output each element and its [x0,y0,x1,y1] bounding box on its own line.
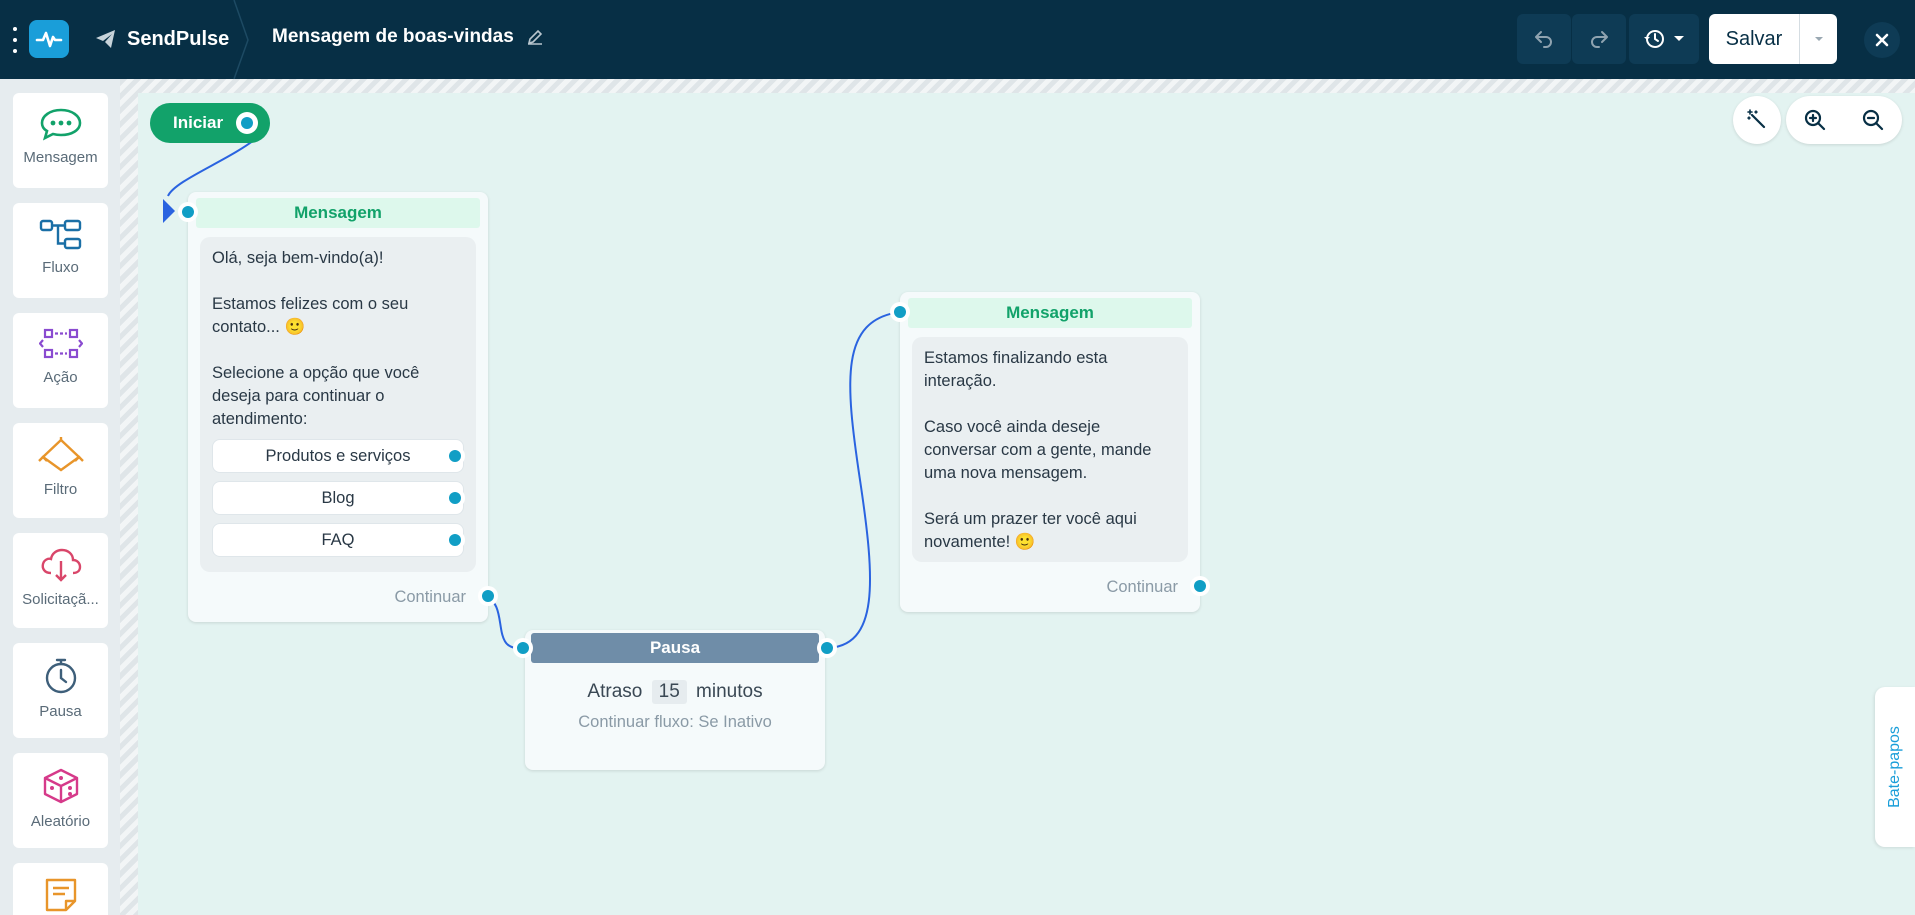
start-node-label: Iniciar [173,113,224,132]
pause-delay: Atraso 15 minutos [525,680,825,704]
redo-icon [1591,31,1608,48]
message-text-line: Caso você ainda deseje conversar com a g… [924,418,1152,482]
option-output-port[interactable] [445,488,465,508]
option-output-port[interactable] [445,530,465,550]
start-output-port[interactable] [236,112,258,134]
edit-pencil-icon[interactable] [526,28,544,46]
sidebar-item-pausa[interactable]: Pausa [13,643,108,738]
sidebar-item-filtro[interactable]: Filtro [13,423,108,518]
menu-dots-icon[interactable] [10,27,20,53]
option-label: FAQ [321,530,355,549]
brand: SendPulse [95,24,229,54]
sendpulse-logo-icon[interactable] [29,20,69,58]
sidebar-item-label: Ação [43,369,78,386]
sidebar-item-label: Aleatório [30,813,91,830]
sidebar-item-solicitacao[interactable]: Solicitaçã... [13,533,108,628]
continue-label: Continuar [1106,578,1178,596]
zoom-in-button[interactable] [1786,96,1844,144]
flow-title-text: Mensagem de boas-vindas [272,26,514,47]
option-button[interactable]: Produtos e serviços [212,439,465,473]
message-node[interactable]: Mensagem Estamos finalizando esta intera… [890,292,1210,612]
continue-output-port[interactable] [1190,576,1210,596]
request-cloud-icon [41,548,81,582]
sidebar-item-label: Mensagem [23,149,98,166]
pause-delay-prefix: Atraso [587,681,643,702]
close-icon [1875,33,1889,47]
option-output-port[interactable] [445,446,465,466]
sidebar-item-acao[interactable]: Ação [13,313,108,408]
pause-subtitle: Continuar fluxo: Se Inativo [578,713,772,731]
sidebar-item-note[interactable] [13,863,108,915]
undo-button[interactable] [1517,14,1571,64]
pause-input-port[interactable] [513,638,533,658]
message-text-line: Olá, seja bem-vindo(a)! [212,249,384,267]
option-label: Blog [321,488,355,507]
pause-output-port[interactable] [817,638,837,658]
save-button[interactable]: Salvar [1709,14,1837,64]
message-bubble: Estamos finalizando esta interação. Caso… [912,337,1188,562]
message-node[interactable]: Mensagem Olá, seja bem-vindo(a)! Estamos… [178,192,498,622]
zoom-out-button[interactable] [1844,96,1902,144]
continue-output-port[interactable] [478,586,498,606]
zoom-controls [1786,96,1902,144]
top-bar: SendPulse Mensagem de boas-vindas Salvar [0,0,1915,79]
close-button[interactable] [1864,22,1900,58]
option-button[interactable]: Blog [212,481,465,515]
message-text-line: Selecione a opção que você deseja para c… [212,364,420,428]
canvas-edge-left [120,79,138,915]
brand-name: SendPulse [127,27,230,50]
message-input-port[interactable] [178,202,198,222]
undo-icon [1535,31,1552,48]
history-button[interactable] [1629,14,1699,64]
redo-button[interactable] [1572,14,1626,64]
option-label: Produtos e serviços [265,446,411,465]
breadcrumb-separator-icon [233,0,249,79]
sidebar: Mensagem Fluxo Ação Filtro Solicitaçã...… [0,79,120,915]
sidebar-item-mensagem[interactable]: Mensagem [13,93,108,188]
chevron-down-icon [1674,36,1684,41]
dice-icon [43,768,78,804]
message-text-line: Estamos finalizando esta interação. [924,349,1108,390]
auto-arrange-button[interactable] [1733,96,1781,144]
zoom-in-icon [1804,109,1826,131]
option-button[interactable]: FAQ [212,523,465,557]
note-icon [45,878,76,912]
start-node[interactable]: Iniciar [150,103,270,143]
pause-node[interactable]: Pausa Atraso 15 minutos Continuar fluxo:… [513,630,837,770]
pause-node-header: Pausa [531,633,819,663]
zoom-out-icon [1862,109,1884,131]
pause-delay-unit: minutos [696,681,763,702]
magic-wand-icon [1747,109,1766,129]
sidebar-item-label: Filtro [43,481,78,498]
stopwatch-icon [45,658,76,694]
save-button-label: Salvar [1725,27,1783,50]
sidebar-item-fluxo[interactable]: Fluxo [13,203,108,298]
pause-delay-value: 15 [651,680,687,704]
message-text-line: Será um prazer ter você aqui novamente! … [924,510,1137,551]
canvas-edge-top [120,79,1915,93]
save-options-chevron-icon[interactable] [1799,14,1837,64]
history-icon [1644,30,1664,48]
chat-bubble-icon [40,108,81,141]
sidebar-item-aleatorio[interactable]: Aleatório [13,753,108,848]
sidebar-item-label: Pausa [39,703,82,720]
message-node-header: Mensagem [908,298,1192,328]
message-bubble: Olá, seja bem-vindo(a)! Estamos felizes … [200,237,476,572]
flow-icon [39,219,81,250]
sidebar-item-label: Fluxo [42,259,79,276]
message-input-port[interactable] [890,302,910,322]
message-text-line: Estamos felizes com o seu contato... 🙂 [212,295,409,336]
filter-icon [37,437,84,472]
chats-side-tab[interactable]: Bate-papos [1875,687,1915,847]
chats-side-tab-label: Bate-papos [1886,726,1903,808]
telegram-icon [96,30,115,48]
message-node-header: Mensagem [196,198,480,228]
flow-title: Mensagem de boas-vindas [272,26,544,48]
sidebar-item-label: Solicitaçã... [22,591,99,608]
action-icon [38,328,83,359]
continue-label: Continuar [394,588,466,606]
